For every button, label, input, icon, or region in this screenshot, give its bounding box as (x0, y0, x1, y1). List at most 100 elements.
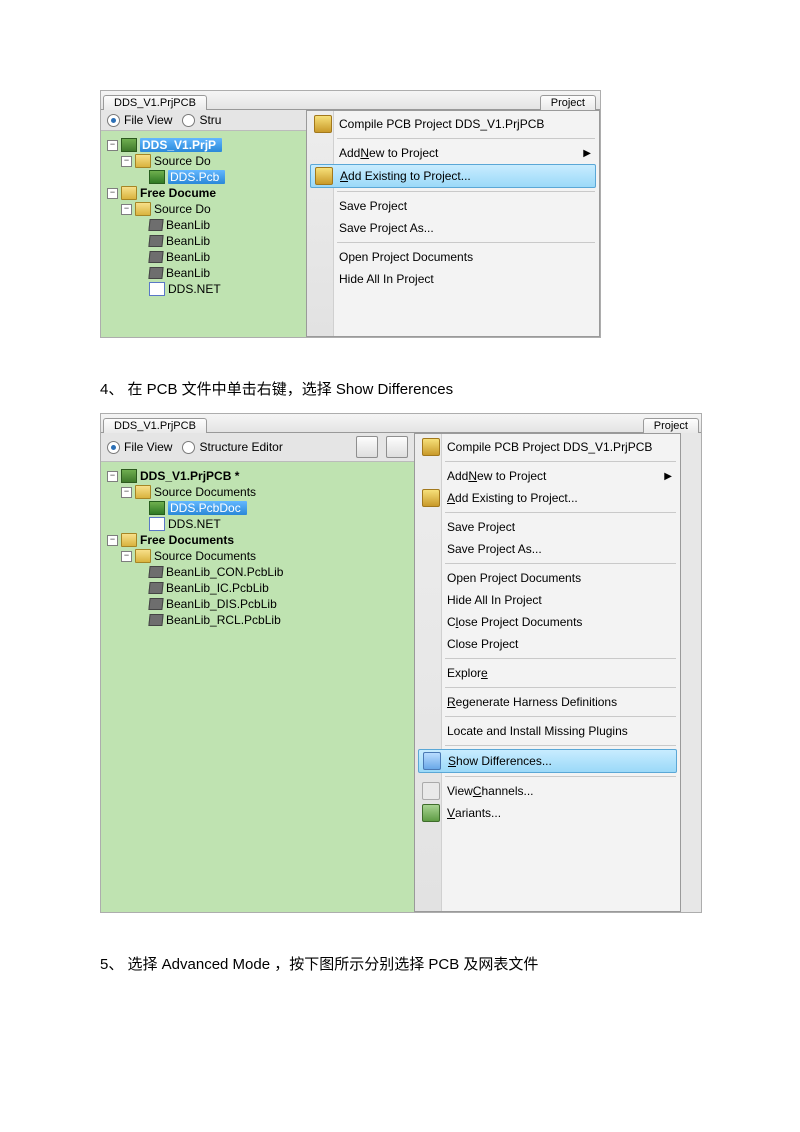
tab-project-file[interactable]: DDS_V1.PrjPCB (103, 418, 207, 433)
tree-project-root[interactable]: DDS_V1.PrjP (140, 138, 222, 152)
submenu-arrow-icon: ▶ (664, 471, 672, 482)
project-icon (121, 138, 137, 152)
menu-separator (337, 138, 595, 139)
compile-icon (314, 115, 332, 133)
folder-icon (135, 485, 151, 499)
menu-separator (445, 512, 676, 513)
netlist-icon (149, 282, 165, 296)
netlist-icon (149, 517, 165, 531)
project-tree[interactable]: −DDS_V1.PrjPCB * −Source Documents DDS.P… (101, 462, 414, 912)
menu-locate-plugins[interactable]: Locate and Install Missing Plugins (417, 720, 678, 742)
library-icon (148, 251, 163, 263)
menu-close-documents[interactable]: Close Project Documents (417, 611, 678, 633)
compile-icon (422, 438, 440, 456)
screenshot-1: DDS_V1.PrjPCB Project File View Stru −DD… (100, 90, 601, 338)
tab-project-menu[interactable]: Project (540, 95, 596, 110)
tab-bar: DDS_V1.PrjPCB Project (101, 91, 600, 110)
menu-separator (445, 658, 676, 659)
library-icon (148, 566, 163, 578)
view-toggle-row: File View Structure Editor (101, 433, 414, 462)
menu-separator (445, 776, 676, 777)
project-tree[interactable]: −DDS_V1.PrjP −Source Do −DDS.Pcb −Free D… (101, 131, 306, 337)
menu-explore[interactable]: Explore (417, 662, 678, 684)
tab-project-menu[interactable]: Project (643, 418, 699, 433)
tree-project-root[interactable]: DDS_V1.PrjPCB * (140, 469, 239, 483)
tab-project-file[interactable]: DDS_V1.PrjPCB (103, 95, 207, 110)
menu-add-existing[interactable]: Add Existing to Project... (417, 487, 678, 509)
menu-regenerate-harness[interactable]: Regenerate Harness Definitions (417, 691, 678, 713)
menu-add-new[interactable]: Add New to Project▶ (309, 142, 597, 164)
menu-close-project[interactable]: Close Project (417, 633, 678, 655)
menu-variants[interactable]: Variants... (417, 802, 678, 824)
tree-lib-item[interactable]: BeanLib (166, 250, 210, 264)
radio-structure-editor[interactable] (182, 441, 195, 454)
instruction-step-5: 5、 选择 Advanced Mode ，按下图所示分别选择 PCB 及网表文件 (100, 953, 700, 974)
tree-source-documents[interactable]: Source Do (154, 154, 211, 168)
menu-separator (445, 745, 676, 746)
tree-lib-item[interactable]: BeanLib_RCL.PcbLib (166, 613, 281, 627)
tree-lib-item[interactable]: BeanLib_IC.PcbLib (166, 581, 269, 595)
context-menu: Compile PCB Project DDS_V1.PrjPCB Add Ne… (306, 110, 600, 337)
radio-file-view[interactable] (107, 114, 120, 127)
tree-source-documents[interactable]: Source Documents (154, 485, 256, 499)
view-toggle-row: File View Stru (101, 110, 306, 131)
menu-separator (337, 242, 595, 243)
pcb-icon (149, 501, 165, 515)
menu-open-documents[interactable]: Open Project Documents (309, 246, 597, 268)
menu-save-project[interactable]: Save Project (417, 516, 678, 538)
menu-add-new[interactable]: Add New to Project▶ (417, 465, 678, 487)
tree-free-documents[interactable]: Free Docume (140, 186, 216, 200)
menu-save-project[interactable]: Save Project (309, 195, 597, 217)
menu-separator (445, 687, 676, 688)
tree-net-doc[interactable]: DDS.NET (168, 282, 221, 296)
menu-view-channels[interactable]: View Channels... (417, 780, 678, 802)
tree-pcb-doc[interactable]: DDS.Pcb (168, 170, 225, 184)
menu-hide-all[interactable]: Hide All In Project (417, 589, 678, 611)
add-icon (422, 489, 440, 507)
tree-lib-item[interactable]: BeanLib (166, 218, 210, 232)
toolbar-button[interactable] (356, 436, 378, 458)
radio-file-view[interactable] (107, 441, 120, 454)
library-icon (148, 267, 163, 279)
pcb-icon (149, 170, 165, 184)
project-icon (121, 469, 137, 483)
tree-free-documents[interactable]: Free Documents (140, 533, 234, 547)
menu-separator (445, 461, 676, 462)
library-icon (148, 582, 163, 594)
menu-save-project-as[interactable]: Save Project As... (417, 538, 678, 560)
tree-source-documents[interactable]: Source Documents (154, 549, 256, 563)
menu-add-existing[interactable]: Add Existing to Project... (310, 164, 596, 188)
menu-save-project-as[interactable]: Save Project As... (309, 217, 597, 239)
menu-compile[interactable]: Compile PCB Project DDS_V1.PrjPCB (309, 113, 597, 135)
diff-icon (423, 752, 441, 770)
tree-lib-item[interactable]: BeanLib (166, 234, 210, 248)
folder-icon (121, 186, 137, 200)
menu-compile[interactable]: Compile PCB Project DDS_V1.PrjPCB (417, 436, 678, 458)
tab-bar: DDS_V1.PrjPCB Project (101, 414, 701, 433)
tree-lib-item[interactable]: BeanLib_DIS.PcbLib (166, 597, 277, 611)
tree-lib-item[interactable]: BeanLib (166, 266, 210, 280)
tree-source-documents[interactable]: Source Do (154, 202, 211, 216)
menu-separator (337, 191, 595, 192)
add-icon (315, 167, 333, 185)
folder-icon (135, 154, 151, 168)
menu-open-documents[interactable]: Open Project Documents (417, 567, 678, 589)
menu-show-differences[interactable]: Show Differences... (418, 749, 677, 773)
menu-hide-all[interactable]: Hide All In Project (309, 268, 597, 290)
tree-net-doc[interactable]: DDS.NET (168, 517, 221, 531)
radio-structure-editor[interactable] (182, 114, 195, 127)
variants-icon (422, 804, 440, 822)
screenshot-2: DDS_V1.PrjPCB Project File View Structur… (100, 413, 702, 913)
channels-icon (422, 782, 440, 800)
library-icon (148, 235, 163, 247)
context-menu: Compile PCB Project DDS_V1.PrjPCB Add Ne… (414, 433, 681, 912)
folder-icon (135, 549, 151, 563)
tree-lib-item[interactable]: BeanLib_CON.PcbLib (166, 565, 283, 579)
toolbar-button[interactable] (386, 436, 408, 458)
tree-pcb-doc[interactable]: DDS.PcbDoc (168, 501, 247, 515)
folder-icon (121, 533, 137, 547)
library-icon (148, 614, 163, 626)
folder-icon (135, 202, 151, 216)
label-file-view: File View (124, 440, 172, 454)
menu-separator (445, 563, 676, 564)
